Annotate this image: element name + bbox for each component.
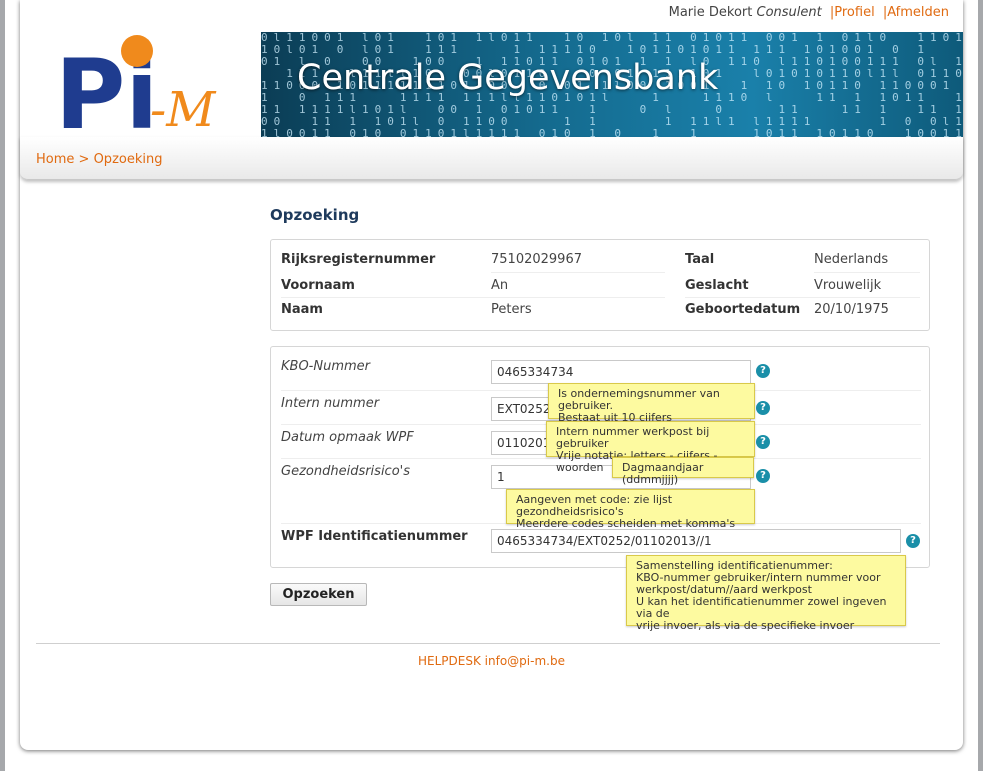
header-banner: 0l11001 l01 101 1l011 10 10l 11 01011 00…	[261, 32, 963, 137]
intern-help-icon[interactable]: ?	[756, 401, 770, 415]
user-role: Consulent	[756, 5, 822, 20]
risico-tooltip: Aangeven met code: zie lijst gezondheids…	[506, 489, 755, 530]
naam-value: Peters	[491, 302, 532, 317]
helpdesk-link[interactable]: HELPDESK info@pi-m.be	[0, 654, 983, 668]
wpf-label: WPF Identificatienummer	[281, 529, 468, 544]
logo-text-accent: -M	[150, 82, 217, 133]
breadcrumb-bar: Home > Opzoeking	[20, 137, 963, 180]
banner-title: Centrale Gegevensbank	[297, 58, 719, 98]
geslacht-label: Geslacht	[685, 278, 749, 293]
risico-help-icon[interactable]: ?	[756, 469, 770, 483]
profile-link[interactable]: Profiel	[834, 5, 874, 20]
datum-help-icon[interactable]: ?	[756, 435, 770, 449]
footer-divider	[36, 643, 940, 644]
page-title: Opzoeking	[270, 206, 360, 224]
wpf-input[interactable]	[491, 529, 901, 553]
logout-link[interactable]: Afmelden	[887, 5, 949, 20]
naam-label: Naam	[281, 302, 323, 317]
kbo-tooltip: Is ondernemingsnummer van gebruiker. Bes…	[548, 383, 755, 424]
risico-label: Gezondheidsrisico's	[281, 464, 411, 479]
search-button[interactable]: Opzoeken	[270, 583, 367, 606]
breadcrumb: Home > Opzoeking	[36, 152, 163, 167]
datum-label: Datum opmaak WPF	[281, 430, 414, 445]
rijksregister-label: Rijksregisternummer	[281, 252, 436, 267]
geboortedatum-label: Geboortedatum	[685, 302, 801, 317]
kbo-input[interactable]	[491, 360, 751, 384]
taal-label: Taal	[685, 252, 715, 267]
pi-m-logo[interactable]: Pi -M	[55, 33, 240, 133]
wpf-tooltip: Samenstelling identificatienummer: KBO-n…	[626, 555, 906, 632]
logo-dot	[121, 35, 153, 67]
user-name: Marie Dekort	[668, 5, 753, 20]
user-bar: Marie Dekort Consulent |Profiel |Afmelde…	[668, 5, 949, 20]
taal-value: Nederlands	[814, 252, 889, 267]
rijksregister-value: 75102029967	[491, 252, 582, 267]
kbo-label: KBO-Nummer	[281, 359, 371, 374]
geslacht-value: Vrouwelijk	[814, 278, 882, 293]
intern-tooltip: Intern nummer werkpost bij gebruiker Vri…	[546, 421, 755, 474]
breadcrumb-home[interactable]: Home	[36, 152, 74, 167]
breadcrumb-current[interactable]: Opzoeking	[94, 152, 163, 167]
wpf-help-icon[interactable]: ?	[906, 534, 920, 548]
voornaam-value: An	[491, 278, 509, 293]
intern-label: Intern nummer	[281, 396, 380, 411]
datum-tooltip: Dagmaandjaar (ddmmjjjj)	[612, 457, 754, 486]
person-info-panel: Rijksregisternummer 75102029967 Taal Ned…	[270, 239, 930, 331]
geboortedatum-value: 20/10/1975	[814, 302, 889, 317]
kbo-help-icon[interactable]: ?	[756, 364, 770, 378]
voornaam-label: Voornaam	[281, 278, 355, 293]
